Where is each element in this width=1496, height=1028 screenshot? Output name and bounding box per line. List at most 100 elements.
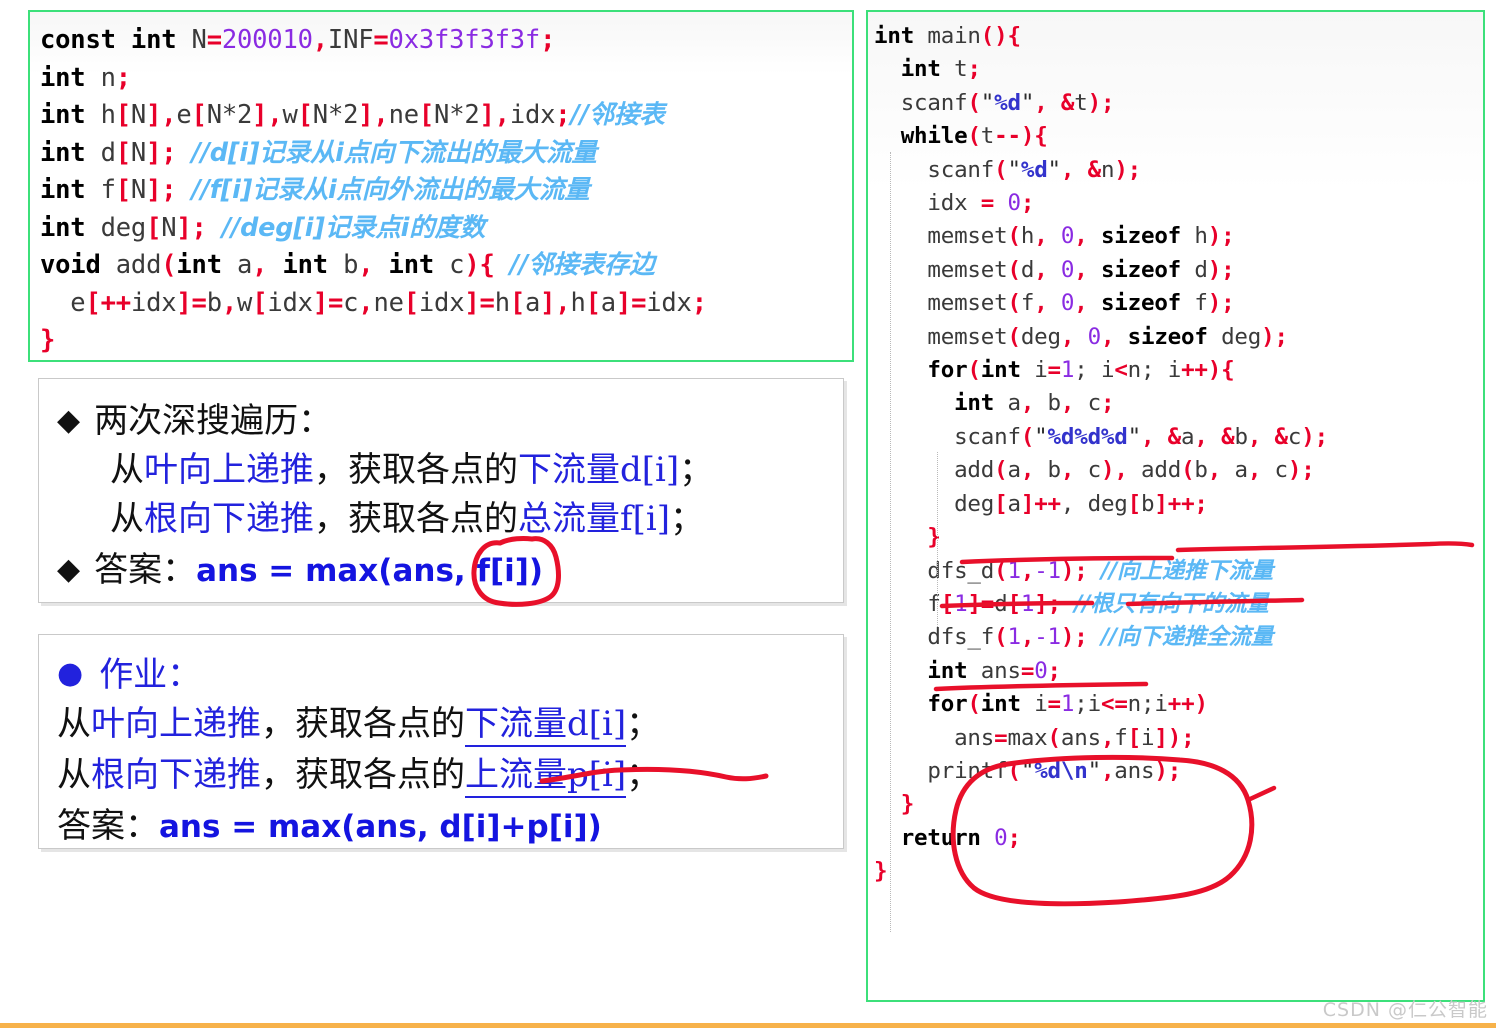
code-line: idx = 0; (874, 187, 1483, 220)
code-token: //邻接表存边 (509, 250, 655, 280)
code-line: printf("%d\n",ans); (874, 755, 1483, 788)
code-token: t (954, 56, 968, 83)
code-token: ; (1100, 390, 1115, 417)
code-line: int f[N]; //f[i]记录从i点向外流出的最大流量 (40, 172, 852, 210)
code-token: b (1047, 457, 1062, 484)
code-token: N (161, 212, 177, 243)
code-token: & (1167, 423, 1182, 450)
code-line: scanf("%d", &n); (874, 154, 1483, 187)
code-token: ), (1100, 457, 1142, 484)
code-token: int (40, 137, 101, 168)
code-token: , (1140, 423, 1168, 450)
code-token: ]; (1034, 590, 1075, 617)
code-token: 1 (1007, 624, 1021, 651)
code-token: = (206, 25, 222, 55)
code-token: , (1034, 223, 1061, 250)
code-token: , (1100, 323, 1128, 350)
code-token: idx (267, 287, 313, 318)
code-token: ( (967, 123, 981, 150)
code-token: ] (146, 100, 162, 130)
code-token: c (343, 287, 359, 318)
code-token: , (1074, 290, 1101, 317)
code-token: [ (146, 212, 162, 243)
code-token: ( (994, 457, 1008, 484)
approach-line2-b: 叶向上递推 (144, 450, 314, 490)
code-token: , (1194, 423, 1222, 450)
code-lines-declarations: const int N=200010,INF=0x3f3f3f3f; int n;… (40, 22, 852, 360)
approach-heading: 两次深搜遍历： (94, 401, 333, 441)
approach-line2-e: ； (679, 450, 714, 490)
code-token: , (312, 25, 328, 55)
code-token: b (1141, 490, 1155, 517)
code-token: ( (994, 557, 1008, 584)
code-line: e[++idx]=b,w[idx]=c,ne[idx]=h[a],h[a]=id… (40, 285, 852, 323)
code-token: dfs_f (874, 624, 995, 651)
code-token: ], (540, 287, 571, 318)
code-token: //deg[i]记录点i的度数 (221, 212, 486, 243)
code-token: = (373, 25, 389, 55)
code-token: ); (1287, 457, 1315, 484)
code-token: //向下递推全流量 (1100, 624, 1274, 651)
code-token: } (874, 858, 888, 885)
code-token: ( (1007, 757, 1021, 784)
code-token: 0 (1060, 256, 1075, 283)
code-token: , (1034, 256, 1061, 283)
code-token: t (980, 123, 995, 150)
code-panel-main: int main(){ int t; scanf("%d", &t); whil… (866, 10, 1485, 1002)
code-token: " (1087, 757, 1102, 784)
code-token: a (1007, 490, 1021, 517)
code-token: ( (994, 624, 1008, 651)
code-token: , (1034, 290, 1061, 317)
code-token: N*2 (206, 100, 253, 130)
code-token: i (1034, 357, 1048, 384)
homework-heading: 作业： (99, 655, 202, 695)
code-token: 1 (1060, 357, 1075, 384)
code-token: , (373, 100, 389, 130)
code-token: ++ (1167, 691, 1195, 718)
code-token: for (927, 691, 968, 718)
code-token: = (1047, 357, 1062, 384)
code-token: ); (1087, 89, 1115, 116)
code-token: ; (191, 212, 222, 243)
homework-answer-row: 答案： ans = max(ans, d[i]+p[i]) (57, 798, 843, 847)
homework-line2-c: ，获取各点的 (261, 704, 465, 744)
approach-line3-b: 根向下递推 (144, 499, 314, 539)
approach-line3-d: 总流量f[i] (518, 499, 670, 539)
code-token: ; (161, 137, 192, 168)
code-token: ; (1020, 190, 1035, 217)
code-token: ; (115, 62, 131, 93)
code-line: return 0; (874, 822, 1483, 855)
code-token: ); (1301, 423, 1328, 450)
code-token: , (1247, 457, 1275, 484)
code-token: int (40, 212, 101, 243)
code-token: int (927, 657, 981, 684)
code-line: } (874, 855, 1483, 888)
code-token: ); (1154, 757, 1182, 784)
code-token: h (494, 287, 510, 318)
code-token: ( (1007, 223, 1021, 250)
code-token: n (1127, 691, 1142, 718)
code-token: ] (1020, 490, 1035, 517)
code-token: ( (1047, 724, 1062, 751)
code-line: int main(){ (874, 20, 1483, 53)
code-token: deg (1221, 323, 1262, 350)
code-token: a (1181, 423, 1195, 450)
code-token: %d (994, 89, 1021, 116)
code-token: [ (1007, 590, 1022, 617)
code-token: -- (994, 123, 1021, 150)
code-token: ++ (1034, 490, 1061, 517)
code-token: } (874, 524, 941, 551)
code-line: } (874, 521, 1483, 554)
homework-line3-c: ，获取各点的 (261, 755, 465, 795)
code-token: scanf (874, 89, 968, 116)
code-token: const (40, 25, 131, 55)
code-line: scanf("%d%d%d", &a, &b, &c); (874, 421, 1483, 454)
code-token: ]= (615, 287, 647, 318)
code-token: N (130, 100, 147, 130)
code-token: ] (176, 212, 192, 243)
code-token: & (1087, 156, 1102, 183)
code-token: ){ (1207, 357, 1235, 384)
code-token: f (100, 175, 116, 205)
code-token: sizeof (1100, 256, 1195, 283)
